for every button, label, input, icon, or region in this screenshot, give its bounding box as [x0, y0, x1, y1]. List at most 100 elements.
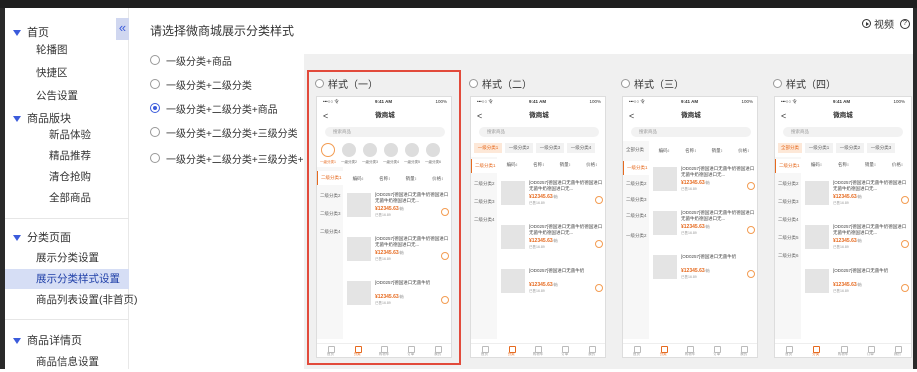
tab-bar: 首页 分类 购物车 订单 我的: [471, 343, 605, 357]
search-bar: 搜索商品: [479, 127, 599, 137]
product-image: [653, 211, 677, 235]
price-unit: /箱: [552, 194, 558, 199]
sort-name: 名称↕: [533, 162, 545, 167]
radio-icon: [150, 79, 160, 89]
option-label: 一级分类+二级分类+商品: [166, 104, 278, 116]
window-right-bar: [913, 8, 917, 369]
level2-item: 二级分类1: [471, 159, 497, 173]
style-option-2[interactable]: 样式（二）: [469, 76, 532, 91]
sidebar-section-category[interactable]: 分类页面: [13, 230, 71, 246]
sort-name: 名称↕: [837, 162, 850, 167]
collapse-sidebar-button[interactable]: «: [116, 18, 129, 40]
sidebar-item-banner[interactable]: 轮播图: [36, 40, 68, 60]
sidebar-item-clearance[interactable]: 清仓抢购: [49, 167, 91, 187]
tab-bar: 首页 分类 购物车 订单 我的: [775, 343, 911, 357]
option-label: 一级分类+商品: [166, 56, 232, 68]
level1-item: 一级分类2: [626, 233, 647, 238]
product-sales: 已售16.89: [681, 231, 697, 235]
tab-cart: 购物车: [829, 344, 856, 357]
cart-icon: [901, 284, 909, 292]
sidebar-section-home[interactable]: 首页: [13, 25, 49, 41]
level2-item: 二级分类4: [626, 213, 647, 218]
mall-title: 微商城: [529, 112, 549, 119]
product-name: [OD0257]德国进口无菌牛奶: [681, 254, 737, 259]
play-icon: [862, 19, 871, 28]
caret-down-icon: [13, 30, 21, 37]
radio-icon: [150, 153, 160, 163]
option-level1-goods[interactable]: 一级分类+商品: [150, 52, 232, 68]
sidebar-item-new[interactable]: 新品体验: [49, 125, 91, 145]
page-title: 请选择微商城展示分类样式: [150, 24, 295, 38]
style-card-2[interactable]: 样式（二） •••○○ 令 9:41 AM 100% < 微商城 搜索商品 一级分类1…: [463, 72, 613, 365]
product-name: [OD0257]德国进口无菌牛奶德国进口无菌牛奶德国进口无...: [529, 224, 603, 235]
caret-down-icon: [13, 338, 21, 345]
tab-home: 首页: [775, 344, 802, 357]
battery: 100%: [741, 99, 753, 104]
product-sales: 已售16.89: [529, 245, 545, 249]
price-value: ¥12345.63: [833, 282, 857, 288]
style-label: 样式（二）: [482, 79, 532, 91]
battery: 100%: [893, 99, 905, 104]
price-value: ¥12345.63: [833, 238, 857, 244]
style-card-3[interactable]: 样式（三） •••○○ 令 9:41 AM 100% < 微商城 搜索商品 全部分类 …: [615, 72, 765, 365]
product-image: [501, 181, 525, 205]
back-icon: <: [629, 111, 635, 121]
status-bar: •••○○ 令 9:41 AM 100%: [623, 99, 759, 107]
option-level1-level2-level3[interactable]: 一级分类+二级分类+三级分类: [150, 124, 298, 140]
search-bar: 搜索商品: [631, 127, 751, 137]
product-price: ¥12345.63/箱: [529, 282, 558, 288]
sidebar-item-category-style[interactable]: 展示分类样式设置: [36, 269, 120, 289]
cart-icon: [901, 196, 909, 204]
phone-preview: •••○○ 令 9:41 AM 100% < 微商城 搜索商品 全部分类 一级分类1 …: [774, 96, 912, 358]
option-level1-level2-goods[interactable]: 一级分类+二级分类+商品: [150, 100, 278, 116]
style-card-4[interactable]: 样式（四） •••○○ 令 9:41 AM 100% < 微商城 搜索商品 全部分类 …: [767, 72, 913, 365]
option-level1-level2-level3-goods[interactable]: 一级分类+二级分类+三级分类+商品: [150, 150, 324, 166]
sidebar-item-recommend[interactable]: 精品推荐: [49, 146, 91, 166]
price-unit: /箱: [552, 282, 558, 287]
radio-checked-icon: [150, 103, 160, 113]
price-value: ¥12345.63: [529, 282, 553, 288]
help-icon[interactable]: ?: [900, 18, 910, 29]
level2-item: 二级分类5: [778, 235, 799, 240]
product-price: ¥12345.63/箱: [529, 238, 558, 244]
price-value: ¥12345.63: [681, 224, 705, 230]
level2-item: 二级分类2: [626, 181, 647, 186]
sidebar-section-detail[interactable]: 商品详情页: [13, 333, 82, 349]
product-item: [OD0257]德国进口无菌牛奶德国进口无菌牛奶德国进口无... ¥12345.6…: [501, 223, 605, 259]
sort-bar: 编码↕ 名称↕ 销量↕ 价格↕: [651, 145, 757, 157]
price-unit: /箱: [856, 194, 862, 199]
cart-icon: [595, 240, 603, 248]
product-image: [653, 255, 677, 279]
product-item: [OD0257]德国进口无菌牛奶德国进口无菌牛奶德国进口无... ¥12345.6…: [653, 209, 757, 245]
sort-price: 价格↕: [586, 162, 598, 167]
level1-tab: 一级分类1: [805, 143, 833, 153]
sidebar-item-list-settings[interactable]: 商品列表设置(非首页): [36, 290, 138, 310]
product-image: [653, 167, 677, 191]
sidebar-item-category-settings[interactable]: 展示分类设置: [36, 248, 99, 268]
product-name: [OD0257]德国进口无菌牛奶德国进口无菌牛奶德国进口无...: [681, 166, 755, 177]
video-link[interactable]: 视频?: [862, 16, 910, 31]
product-name: [OD0257]德国进口无菌牛奶德国进口无菌牛奶德国进口无...: [529, 180, 603, 191]
sidebar-item-shortcut[interactable]: 快捷区: [36, 63, 68, 83]
product-item: [OD0257]德国进口无菌牛奶 ¥12345.63/箱 已售16.89: [501, 267, 605, 303]
tab-mine: 我的: [884, 344, 911, 357]
cart-icon: [747, 226, 755, 234]
back-icon: <: [477, 111, 483, 121]
product-sales: 已售16.89: [529, 289, 545, 293]
style-option-3[interactable]: 样式（三）: [621, 76, 684, 91]
tab-mine: 我的: [730, 344, 757, 357]
battery: 100%: [589, 99, 601, 104]
product-price: ¥12345.63/箱: [833, 238, 862, 244]
product-price: ¥12345.63/箱: [529, 194, 558, 200]
level2-item: 二级分类3: [626, 197, 647, 202]
sidebar-item-goods-info[interactable]: 商品信息设置: [36, 352, 99, 372]
carrier: •••○○ 令: [781, 99, 797, 104]
sidebar-item-all-goods[interactable]: 全部商品: [49, 188, 91, 208]
radio-icon: [150, 55, 160, 65]
sort-price: 价格↕: [738, 148, 750, 153]
option-level1-level2[interactable]: 一级分类+二级分类: [150, 76, 252, 92]
style-option-4[interactable]: 样式（四）: [773, 76, 836, 91]
cart-icon: [747, 270, 755, 278]
sidebar-item-notice[interactable]: 公告设置: [36, 86, 78, 106]
product-item: [OD0257]德国进口无菌牛奶德国进口无菌牛奶德国进口无... ¥12345.6…: [653, 165, 757, 201]
